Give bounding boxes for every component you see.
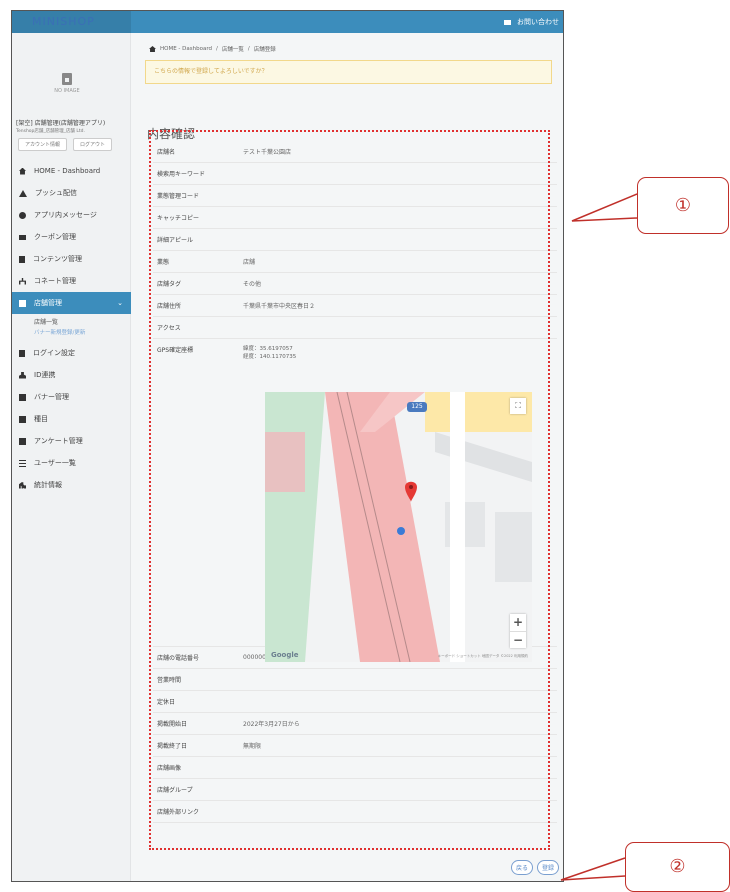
- callout-pointers: [560, 193, 638, 881]
- callout-one: ①: [637, 177, 729, 234]
- callout-two: ②: [625, 842, 730, 892]
